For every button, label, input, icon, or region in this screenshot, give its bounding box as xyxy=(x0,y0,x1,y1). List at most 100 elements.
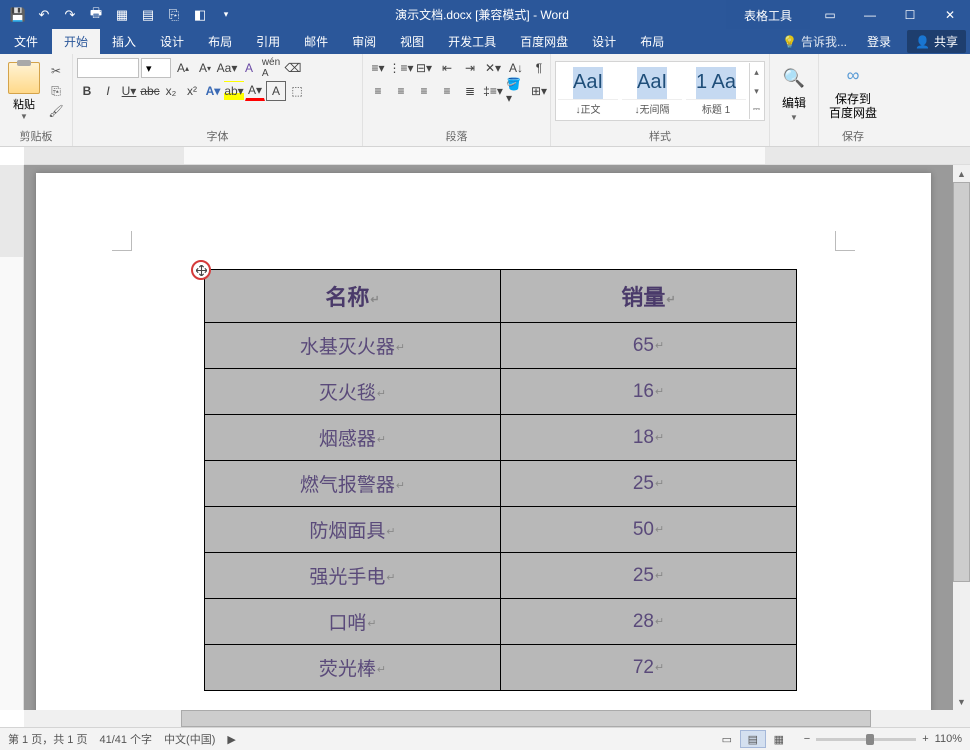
change-case-icon[interactable]: Aa▾ xyxy=(217,58,237,78)
copy-icon[interactable]: ⎘ xyxy=(46,82,66,100)
phonetic-guide-icon[interactable]: A xyxy=(239,58,259,78)
table-row[interactable]: 口哨↵28↵ xyxy=(205,599,797,645)
bullets-icon[interactable]: ≡▾ xyxy=(367,58,389,78)
sort-icon[interactable]: A↓ xyxy=(505,58,527,78)
table-header-row[interactable]: 名称↵ 销量↵ xyxy=(205,270,797,323)
tab-table-design[interactable]: 设计 xyxy=(580,29,628,54)
font-color-icon[interactable]: A▾ xyxy=(245,81,265,101)
shading-icon[interactable]: 🪣▾ xyxy=(505,81,527,101)
strikethrough-button[interactable]: abc xyxy=(140,81,160,101)
cell-qty[interactable]: 16↵ xyxy=(501,369,797,415)
styles-gallery[interactable]: AaI ↓正文 AaI ↓无间隔 1 Aa 标题 1 ▴▾⎓ xyxy=(555,61,765,121)
text-effects-icon[interactable]: A▾ xyxy=(203,81,223,101)
grow-font-icon[interactable]: A▴ xyxy=(173,58,193,78)
cell-name[interactable]: 燃气报警器↵ xyxy=(205,461,501,507)
qat-dropdown-icon[interactable]: ▾ xyxy=(214,3,238,27)
cell-qty[interactable]: 65↵ xyxy=(501,323,797,369)
cell-name[interactable]: 荧光棒↵ xyxy=(205,645,501,691)
zoom-in-icon[interactable]: + xyxy=(922,733,928,745)
tab-references[interactable]: 引用 xyxy=(244,29,292,54)
cell-name[interactable]: 防烟面具↵ xyxy=(205,507,501,553)
char-shading-icon[interactable]: ⬚ xyxy=(287,81,307,101)
superscript-button[interactable]: x² xyxy=(182,81,202,101)
tab-view[interactable]: 视图 xyxy=(388,29,436,54)
table-row[interactable]: 防烟面具↵50↵ xyxy=(205,507,797,553)
tab-insert[interactable]: 插入 xyxy=(100,29,148,54)
table-row[interactable]: 烟感器↵18↵ xyxy=(205,415,797,461)
cut-icon[interactable]: ✂ xyxy=(46,62,66,80)
scroll-up-icon[interactable]: ▲ xyxy=(953,165,970,182)
undo-icon[interactable]: ↶ xyxy=(32,3,56,27)
format-painter-icon[interactable]: 🖌 xyxy=(46,102,66,120)
cell-name[interactable]: 水基灭火器↵ xyxy=(205,323,501,369)
line-spacing-icon[interactable]: ‡≡▾ xyxy=(482,81,504,101)
align-center-icon[interactable]: ≡ xyxy=(390,81,412,101)
vertical-scrollbar[interactable]: ▲ ▼ xyxy=(953,165,970,710)
tab-home[interactable]: 开始 xyxy=(52,29,100,54)
table-row[interactable]: 水基灭火器↵65↵ xyxy=(205,323,797,369)
word-count[interactable]: 41/41 个字 xyxy=(99,731,152,747)
document-scroll[interactable]: 名称↵ 销量↵ 水基灭火器↵65↵灭火毯↵16↵烟感器↵18↵燃气报警器↵25↵… xyxy=(24,165,953,710)
style-nospacing[interactable]: AaI ↓无间隔 xyxy=(621,63,683,119)
cell-qty[interactable]: 25↵ xyxy=(501,553,797,599)
print-layout-icon[interactable]: ▤ xyxy=(740,730,766,748)
scrollbar-thumb[interactable] xyxy=(953,182,970,582)
asian-text-icon[interactable]: ✕▾ xyxy=(482,58,504,78)
tab-review[interactable]: 审阅 xyxy=(340,29,388,54)
cell-name[interactable]: 灭火毯↵ xyxy=(205,369,501,415)
horizontal-scrollbar[interactable] xyxy=(24,710,970,727)
font-name-select[interactable] xyxy=(77,58,139,78)
scroll-down-icon[interactable]: ▼ xyxy=(953,693,970,710)
redo-icon[interactable]: ↷ xyxy=(58,3,82,27)
qat-btn-4[interactable]: 🖶 xyxy=(84,3,108,27)
underline-button[interactable]: U▾ xyxy=(119,81,139,101)
cell-name[interactable]: 口哨↵ xyxy=(205,599,501,645)
page-indicator[interactable]: 第 1 页，共 1 页 xyxy=(8,731,87,747)
distribute-icon[interactable]: ≣ xyxy=(459,81,481,101)
qat-btn-5[interactable]: ▦ xyxy=(110,3,134,27)
data-table[interactable]: 名称↵ 销量↵ 水基灭火器↵65↵灭火毯↵16↵烟感器↵18↵燃气报警器↵25↵… xyxy=(204,269,797,691)
horizontal-ruler[interactable] xyxy=(24,147,970,165)
macro-indicator[interactable]: ▶ xyxy=(227,733,235,746)
table-row[interactable]: 燃气报警器↵25↵ xyxy=(205,461,797,507)
read-mode-icon[interactable]: ▭ xyxy=(714,730,740,748)
cell-name[interactable]: 强光手电↵ xyxy=(205,553,501,599)
qat-btn-8[interactable]: ◧ xyxy=(188,3,212,27)
ribbon-options-icon[interactable]: ▭ xyxy=(810,0,850,29)
tab-table-layout[interactable]: 布局 xyxy=(628,29,676,54)
save-to-baidu-button[interactable]: ∞ 保存到 百度网盘 xyxy=(823,60,883,123)
style-normal[interactable]: AaI ↓正文 xyxy=(557,63,619,119)
qat-btn-7[interactable]: ⎘ xyxy=(162,3,186,27)
cell-qty[interactable]: 72↵ xyxy=(501,645,797,691)
save-icon[interactable]: 💾 xyxy=(6,3,30,27)
share-button[interactable]: 👤 共享 xyxy=(907,30,966,53)
multilevel-list-icon[interactable]: ⊟▾ xyxy=(413,58,435,78)
scrollbar-thumb[interactable] xyxy=(181,710,871,727)
char-border-icon[interactable]: A xyxy=(266,81,286,101)
tab-design[interactable]: 设计 xyxy=(148,29,196,54)
highlight-icon[interactable]: ab▾ xyxy=(224,81,244,101)
asian-layout-icon[interactable]: wénA xyxy=(261,58,281,78)
style-heading1[interactable]: 1 Aa 标题 1 xyxy=(685,63,747,119)
table-row[interactable]: 灭火毯↵16↵ xyxy=(205,369,797,415)
shrink-font-icon[interactable]: A▾ xyxy=(195,58,215,78)
increase-indent-icon[interactable]: ⇥ xyxy=(459,58,481,78)
borders-icon[interactable]: ⊞▾ xyxy=(528,81,550,101)
tab-developer[interactable]: 开发工具 xyxy=(436,29,508,54)
tab-file[interactable]: 文件 xyxy=(0,29,52,54)
tab-mailings[interactable]: 邮件 xyxy=(292,29,340,54)
paste-button[interactable]: 粘贴 ▼ xyxy=(4,60,44,123)
cell-name[interactable]: 烟感器↵ xyxy=(205,415,501,461)
font-size-select[interactable]: ▾ xyxy=(141,58,171,78)
maximize-icon[interactable]: ☐ xyxy=(890,0,930,29)
minimize-icon[interactable]: — xyxy=(850,0,890,29)
justify-icon[interactable]: ≡ xyxy=(436,81,458,101)
close-icon[interactable]: ✕ xyxy=(930,0,970,29)
tab-baidu[interactable]: 百度网盘 xyxy=(508,29,580,54)
subscript-button[interactable]: x₂ xyxy=(161,81,181,101)
table-row[interactable]: 强光手电↵25↵ xyxy=(205,553,797,599)
styles-more[interactable]: ▴▾⎓ xyxy=(749,63,763,119)
align-left-icon[interactable]: ≡ xyxy=(367,81,389,101)
cell-qty[interactable]: 25↵ xyxy=(501,461,797,507)
qat-btn-6[interactable]: ▤ xyxy=(136,3,160,27)
